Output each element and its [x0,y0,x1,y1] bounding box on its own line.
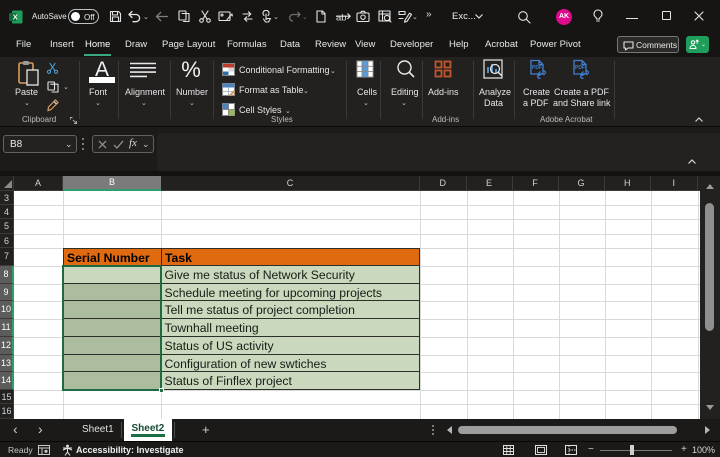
svg-text:PDF: PDF [532,65,542,71]
svg-text:X: X [13,13,18,22]
svg-text:PDF: PDF [575,65,585,71]
svg-text:ab: ab [336,13,347,24]
